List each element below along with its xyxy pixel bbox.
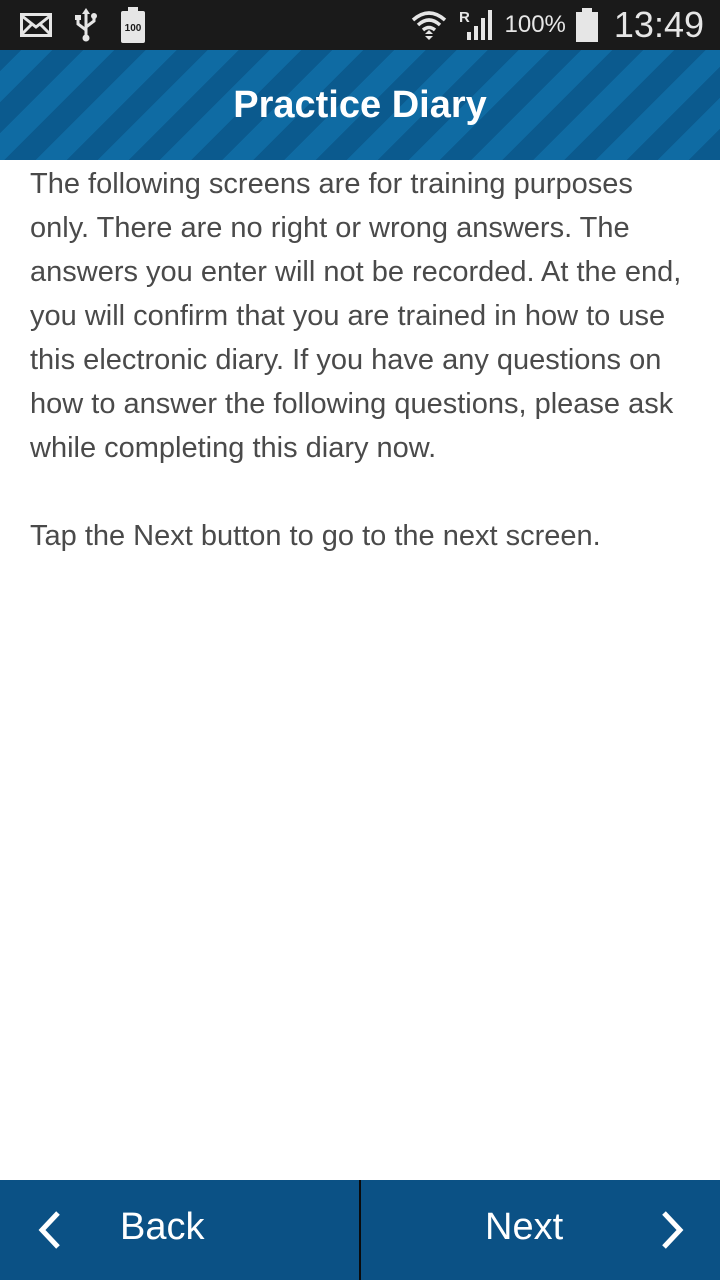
wifi-icon [411,8,447,42]
battery-100-icon: 100 [120,7,146,43]
next-button[interactable]: Next [361,1180,720,1280]
next-button-label: Next [485,1206,564,1248]
status-bar-right: R 100% 13:49 [411,0,704,50]
instructions-content: The following screens are for training p… [30,162,694,558]
mail-icon [20,13,52,37]
app-header: Practice Diary [0,50,720,160]
usb-icon [74,8,98,42]
roaming-signal-icon: R [457,8,495,42]
battery-percent: 100% [504,11,566,38]
battery-icon [575,8,598,42]
back-button-label: Back [120,1206,205,1248]
navigation-footer: Back Next [0,1180,720,1280]
status-bar: 100 R 100% 13:49 [0,0,720,50]
svg-text:R: R [459,9,470,26]
battery-100-label: 100 [125,23,142,34]
back-button[interactable]: Back [0,1180,359,1280]
page-title: Practice Diary [233,83,487,126]
next-instruction-paragraph: Tap the Next button to go to the next sc… [30,520,601,552]
instructions-paragraph: The following screens are for training p… [30,168,682,464]
status-clock: 13:49 [613,4,704,45]
chevron-left-icon [36,1210,62,1260]
chevron-right-icon [660,1210,686,1260]
status-bar-left: 100 [20,0,146,50]
